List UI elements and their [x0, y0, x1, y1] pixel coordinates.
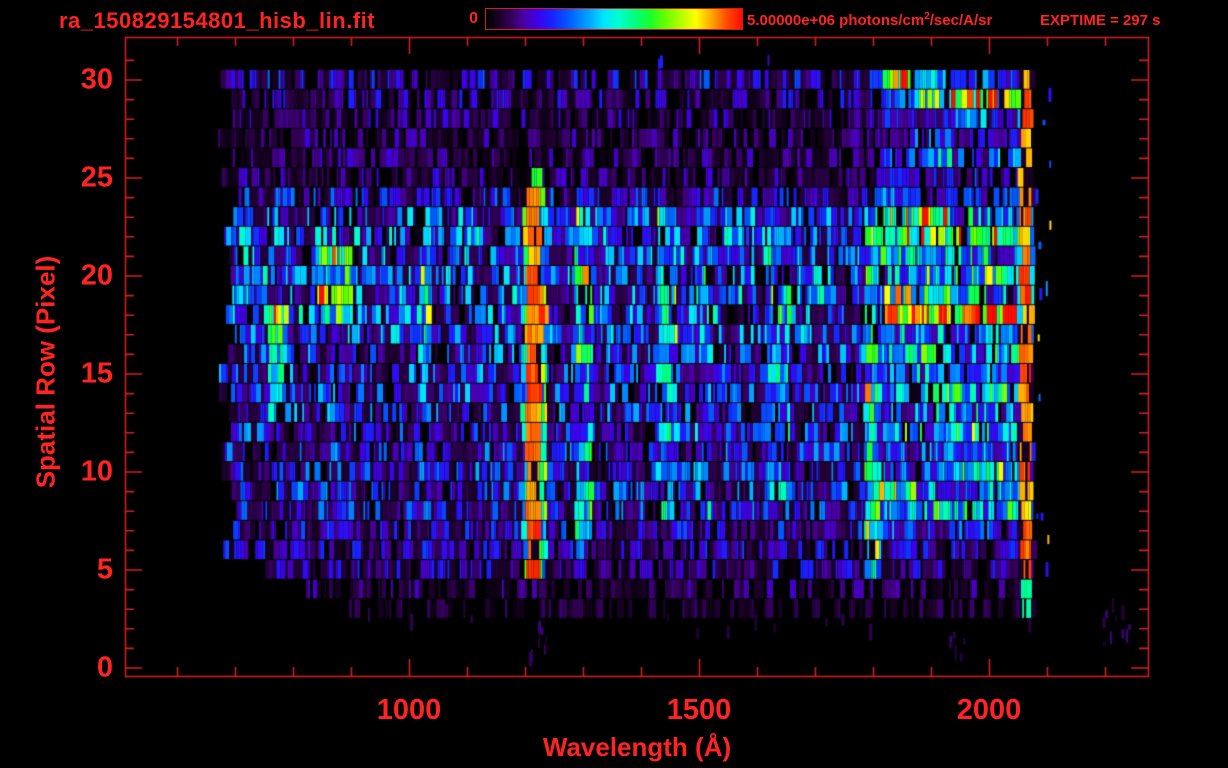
- x-tick-label: 1000: [376, 694, 442, 726]
- colorbar: [485, 8, 743, 30]
- x-tick-label: 2000: [956, 694, 1022, 726]
- y-tick-label: 30: [80, 63, 113, 95]
- colorbar-max-value: 5.00000e+06: [747, 12, 836, 29]
- spectrogram-canvas: [0, 0, 1228, 768]
- colorbar-min-label: 0: [469, 10, 478, 27]
- colorbar-units-post: /sec/A/sr: [929, 12, 993, 29]
- y-tick-label: 0: [96, 651, 113, 683]
- plot-title: ra_150829154801_hisb_lin.fit: [59, 8, 376, 33]
- y-tick-label: 10: [80, 455, 113, 487]
- colorbar-units-pre: photons/cm: [835, 12, 925, 29]
- colorbar-max-label: 5.00000e+06 photons/cm2/sec/A/sr: [747, 11, 992, 29]
- x-tick-label: 1500: [666, 694, 732, 726]
- plot-window: ra_150829154801_hisb_lin.fit 0 5.00000e+…: [0, 0, 1228, 768]
- y-tick-label: 5: [96, 553, 113, 585]
- y-axis-title: Spatial Row (Pixel): [30, 255, 61, 489]
- x-axis-title: Wavelength (Å): [542, 732, 732, 762]
- exptime-label: EXPTIME = 297 s: [1040, 12, 1161, 29]
- y-tick-label: 25: [80, 161, 113, 193]
- y-tick-label: 20: [80, 259, 113, 291]
- y-tick-label: 15: [80, 357, 113, 389]
